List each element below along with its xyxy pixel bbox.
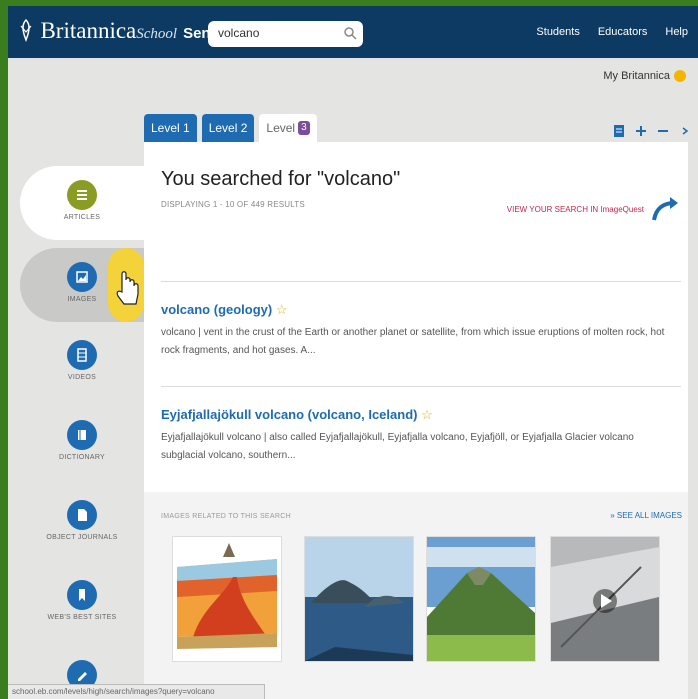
tab-level-3-label: Level [266,121,296,135]
tab-level-2[interactable]: Level 2 [201,114,255,142]
see-all-images-link[interactable]: » SEE ALL IMAGES [610,511,682,520]
sidebar-item-dictionary[interactable]: DICTIONARY [20,406,144,480]
result-title-link[interactable]: volcano (geology) ☆ [161,302,288,318]
result-snippet: Eyjafjallajökull volcano | also called E… [161,432,634,461]
thistle-logo-icon [20,18,32,42]
brand-name: Britannica [40,18,137,43]
imagequest-label: VIEW YOUR SEARCH IN ImageQuest [506,204,644,214]
result-title-link[interactable]: Eyjafjallajökull volcano (volcano, Icela… [161,407,433,423]
divider [161,386,681,387]
chevron-icon[interactable] [678,124,692,138]
tab-level-3-badge: 3 [298,121,310,135]
related-images-heading: IMAGES RELATED TO THIS SEARCH [161,513,291,520]
imagequest-link[interactable]: VIEW YOUR SEARCH IN ImageQuest [507,194,680,224]
my-britannica-link[interactable]: My Britannica [603,70,686,82]
images-icon [67,262,97,292]
journals-icon [67,500,97,530]
volcano-video-image [551,537,659,661]
tab-level-3[interactable]: Level 3 [259,114,317,142]
island-volcano-image [305,537,413,661]
sidebar-item-journals[interactable]: OBJECT JOURNALS [20,486,144,560]
search-icon[interactable] [343,26,357,40]
nav-help[interactable]: Help [665,26,688,38]
image-thumbnail-island-volcano[interactable] [304,536,414,662]
sidebar-item-videos[interactable]: VIDEOS [20,326,144,400]
browser-viewport: BritannicaSchoolSenior Students Educator… [8,6,698,699]
results-count: DISPLAYING 1 - 10 OF 449 RESULTS [161,200,305,209]
page-title: You searched for "volcano" [161,168,401,190]
sidebar-item-label: ARTICLES [63,214,101,221]
smiley-icon [674,70,686,82]
nav-educators[interactable]: Educators [598,26,648,38]
sidebar-item-label: DICTIONARY [58,454,106,461]
volcano-diagram-image [173,537,281,661]
star-icon[interactable]: ☆ [276,302,288,317]
sidebar-item-label: OBJECT JOURNALS [46,534,118,541]
green-volcano-image [427,537,535,661]
top-nav: Students Educators Help [536,26,688,38]
result-title-text: Eyjafjallajökull volcano (volcano, Icela… [161,407,418,422]
videos-icon [67,340,97,370]
sidebar-item-articles[interactable]: ARTICLES [20,166,144,240]
search-box [208,21,363,47]
video-thumbnail-volcano[interactable] [550,536,660,662]
related-images: IMAGES RELATED TO THIS SEARCH » SEE ALL … [144,492,688,699]
image-thumbnail-green-volcano[interactable] [426,536,536,662]
search-results-panel: You searched for "volcano" DISPLAYING 1 … [144,142,688,699]
divider [161,281,681,282]
print-icon[interactable] [612,124,626,138]
sidebar-item-label: WEB'S BEST SITES [47,614,117,621]
browser-status-bar: school.eb.com/levels/high/search/images?… [8,684,265,699]
level-tabs: Level 1 Level 2 Level 3 [144,114,317,142]
bookmark-icon [67,580,97,610]
image-thumbnail-volcano-diagram[interactable] [172,536,282,662]
decrease-text-icon[interactable] [656,124,670,138]
increase-text-icon[interactable] [634,124,648,138]
cursor-highlight [108,248,144,322]
dictionary-icon [67,420,97,450]
page-tools [612,124,692,138]
nav-students[interactable]: Students [536,26,579,38]
content-type-sidebar: ARTICLES IMAGES VIDEOS DICTIONARY OBJECT… [20,166,144,699]
britannica-logo[interactable]: BritannicaSchool Senior [18,18,230,44]
my-britannica-label: My Britannica [603,70,670,82]
result-snippet: volcano | vent in the crust of the Earth… [161,327,665,356]
curved-arrow-icon [652,197,678,221]
sidebar-item-websites[interactable]: WEB'S BEST SITES [20,566,144,640]
articles-icon [67,180,97,210]
result-title-text: volcano (geology) [161,302,273,317]
star-icon[interactable]: ☆ [421,407,433,422]
results-list: You searched for "volcano" DISPLAYING 1 … [144,142,688,492]
sidebar-item-label: VIDEOS [67,374,97,381]
brand-school: School [136,26,178,42]
tab-level-1[interactable]: Level 1 [144,114,197,142]
search-input[interactable] [208,21,338,45]
hand-cursor-icon [116,271,139,305]
site-header: BritannicaSchoolSenior Students Educator… [8,6,698,58]
